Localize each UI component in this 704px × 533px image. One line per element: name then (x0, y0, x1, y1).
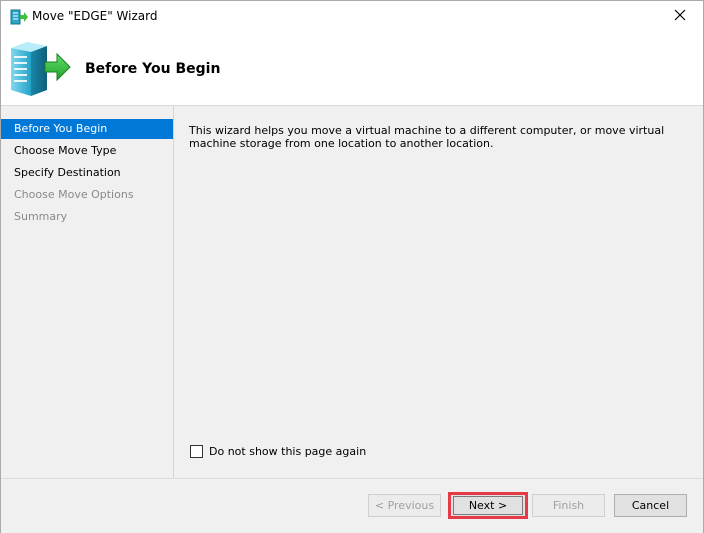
step-choose-move-options: Choose Move Options (14, 188, 134, 201)
previous-button: < Previous (368, 494, 441, 517)
wizard-footer: < Previous Next > Finish Cancel (1, 478, 703, 533)
intro-text: This wizard helps you move a virtual mac… (189, 124, 665, 150)
dont-show-again-label[interactable]: Do not show this page again (209, 445, 366, 458)
finish-button: Finish (532, 494, 605, 517)
wizard-window: Move "EDGE" Wizard Before You Begin Befo… (0, 0, 704, 533)
step-specify-destination[interactable]: Specify Destination (1, 163, 173, 183)
step-summary: Summary (14, 210, 68, 223)
close-button[interactable] (657, 1, 703, 32)
window-title: Move "EDGE" Wizard (32, 9, 158, 23)
wizard-content: This wizard helps you move a virtual mac… (174, 106, 703, 478)
cancel-button[interactable]: Cancel (614, 494, 687, 517)
step-before-you-begin[interactable]: Before You Begin (1, 119, 173, 139)
server-move-icon (9, 38, 71, 98)
next-button-label: Next > (453, 496, 523, 515)
title-bar: Move "EDGE" Wizard (1, 1, 703, 32)
next-button[interactable]: Next > (448, 492, 528, 519)
page-title: Before You Begin (85, 61, 221, 77)
wizard-header-banner: Before You Begin (1, 32, 703, 106)
wizard-app-icon (10, 8, 28, 26)
dont-show-again-row[interactable]: Do not show this page again (190, 445, 366, 458)
step-choose-move-type[interactable]: Choose Move Type (1, 141, 173, 161)
wizard-steps-sidebar: Before You Begin Choose Move Type Specif… (1, 106, 174, 478)
close-icon (674, 9, 686, 24)
dont-show-again-checkbox[interactable] (190, 445, 203, 458)
